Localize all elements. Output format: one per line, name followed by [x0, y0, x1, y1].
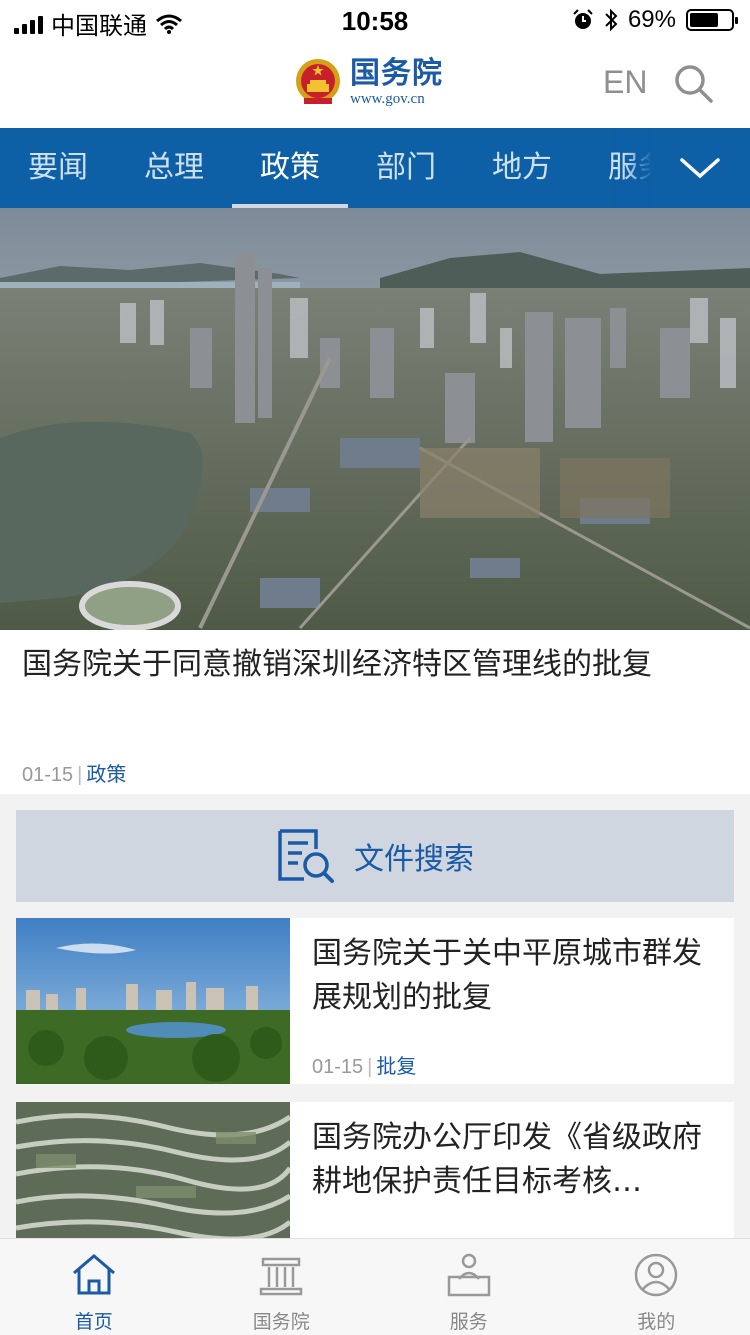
- news-thumbnail: [16, 918, 290, 1084]
- tab-home-label: 首页: [75, 1307, 113, 1334]
- bottom-tab-bar: 首页 国务院 服务 我的: [0, 1238, 750, 1335]
- news-category[interactable]: 批复: [376, 1054, 416, 1078]
- government-building-icon: [257, 1251, 305, 1299]
- tab-services-label: 服务: [450, 1307, 488, 1334]
- alarm-icon: [572, 9, 594, 31]
- news-title[interactable]: 国务院办公厅印发《省级政府耕地保护责任目标考核…: [312, 1116, 712, 1204]
- tab-state-council-label: 国务院: [253, 1307, 310, 1334]
- tab-channel-1[interactable]: 总理: [116, 128, 232, 208]
- home-icon: [70, 1251, 118, 1299]
- tab-home[interactable]: 首页: [0, 1239, 188, 1335]
- tab-profile-label: 我的: [637, 1307, 675, 1334]
- tab-services[interactable]: 服务: [375, 1239, 563, 1335]
- battery-percent: 69%: [628, 6, 676, 34]
- headline-meta: 01-15|政策: [22, 758, 126, 787]
- file-search-label: 文件搜索: [354, 834, 474, 878]
- expand-channels-button[interactable]: [650, 128, 750, 208]
- tab-channel-3[interactable]: 部门: [348, 128, 464, 208]
- document-search-icon: [276, 827, 336, 885]
- tab-channel-4[interactable]: 地方: [464, 128, 580, 208]
- news-date: 01-15: [312, 1056, 363, 1078]
- terraced-farmland-photo: [16, 1102, 290, 1238]
- channel-nav: 要闻总理政策部门地方服务: [0, 128, 750, 208]
- logo-name: 国务院: [350, 57, 443, 91]
- city-skyline-photo: [16, 918, 290, 1084]
- headline-category[interactable]: 政策: [86, 762, 126, 786]
- headline-title[interactable]: 国务院关于同意撤销深圳经济特区管理线的批复: [22, 638, 732, 692]
- news-item[interactable]: 国务院关于关中平原城市群发展规划的批复 01-15|批复: [16, 918, 734, 1084]
- user-profile-icon: [632, 1251, 680, 1299]
- news-item[interactable]: 国务院办公厅印发《省级政府耕地保护责任目标考核…: [16, 1102, 734, 1238]
- news-meta: 01-15|批复: [312, 1050, 416, 1079]
- headline-date: 01-15: [22, 764, 73, 786]
- logo-url: www.gov.cn: [350, 91, 443, 107]
- bluetooth-icon: [604, 8, 618, 32]
- national-emblem-icon: [294, 56, 342, 108]
- status-bar: 中国联通 10:58 69%: [0, 0, 750, 42]
- news-thumbnail: [16, 1102, 290, 1238]
- service-person-icon: [445, 1251, 493, 1299]
- city-aerial-photo: [0, 208, 750, 630]
- tab-channel-0[interactable]: 要闻: [0, 128, 116, 208]
- site-logo[interactable]: 国务院 www.gov.cn: [294, 56, 443, 108]
- tab-state-council[interactable]: 国务院: [188, 1239, 376, 1335]
- news-title[interactable]: 国务院关于关中平原城市群发展规划的批复: [312, 932, 712, 1020]
- tab-channel-2[interactable]: 政策: [232, 128, 348, 208]
- app-header: 国务院 www.gov.cn EN: [0, 42, 750, 128]
- tab-profile[interactable]: 我的: [563, 1239, 750, 1335]
- headline-image[interactable]: [0, 208, 750, 630]
- search-icon[interactable]: [672, 62, 716, 106]
- chevron-down-icon: [650, 128, 750, 208]
- battery-icon: [686, 9, 734, 31]
- language-switch-button[interactable]: EN: [603, 64, 647, 101]
- file-search-button[interactable]: 文件搜索: [16, 810, 734, 902]
